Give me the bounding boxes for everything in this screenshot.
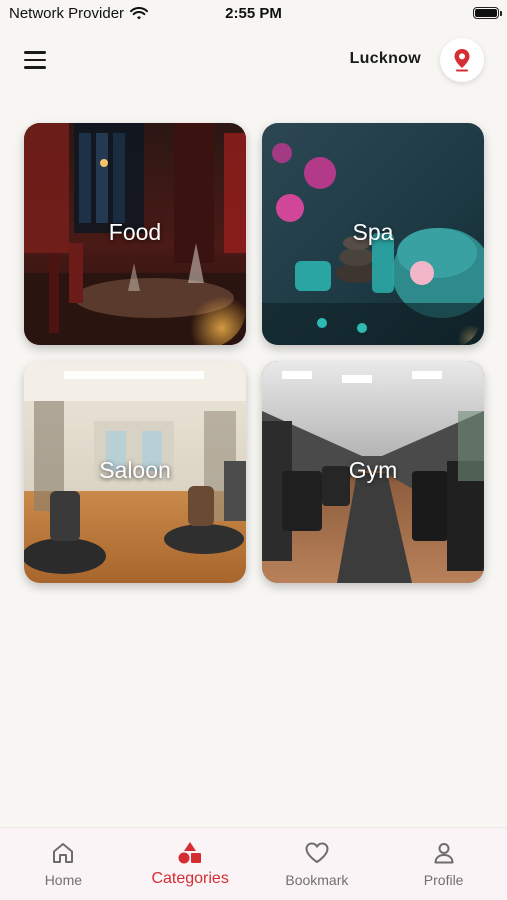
categories-screen: Network Provider 2:55 PM Lucknow Food Sp… — [0, 0, 507, 900]
category-grid: Food Spa Saloon Gym — [24, 123, 484, 583]
heart-icon — [304, 840, 330, 866]
hamburger-icon — [24, 51, 46, 54]
nav-label-profile: Profile — [423, 872, 464, 888]
status-bar: Network Provider 2:55 PM — [0, 0, 507, 28]
saloon-image — [24, 361, 246, 583]
category-card-food[interactable]: Food — [24, 123, 246, 345]
nav-label-bookmark: Bookmark — [285, 872, 349, 888]
menu-button[interactable] — [20, 46, 50, 74]
app-header: Lucknow — [0, 36, 507, 84]
location-button[interactable] — [440, 38, 484, 82]
category-card-gym[interactable]: Gym — [262, 361, 484, 583]
nav-item-bookmark[interactable]: Bookmark — [254, 828, 381, 900]
gym-image — [262, 361, 484, 583]
nav-label-categories: Categories — [151, 870, 229, 887]
nav-item-home[interactable]: Home — [0, 828, 127, 900]
battery-level — [475, 9, 497, 17]
category-card-saloon[interactable]: Saloon — [24, 361, 246, 583]
food-image — [24, 123, 246, 345]
nav-label-home: Home — [44, 872, 83, 888]
categories-icon — [177, 840, 203, 866]
map-pin-icon — [454, 49, 470, 72]
nav-item-profile[interactable]: Profile — [380, 828, 507, 900]
bottom-nav: Home Categories Bookmark Profile — [0, 827, 507, 900]
clock: 2:55 PM — [225, 5, 282, 22]
battery-icon — [473, 7, 502, 19]
spa-image — [262, 123, 484, 345]
user-icon — [431, 840, 457, 866]
category-card-spa[interactable]: Spa — [262, 123, 484, 345]
nav-item-categories[interactable]: Categories — [127, 828, 254, 900]
city-label[interactable]: Lucknow — [350, 50, 421, 68]
home-icon — [50, 840, 76, 866]
